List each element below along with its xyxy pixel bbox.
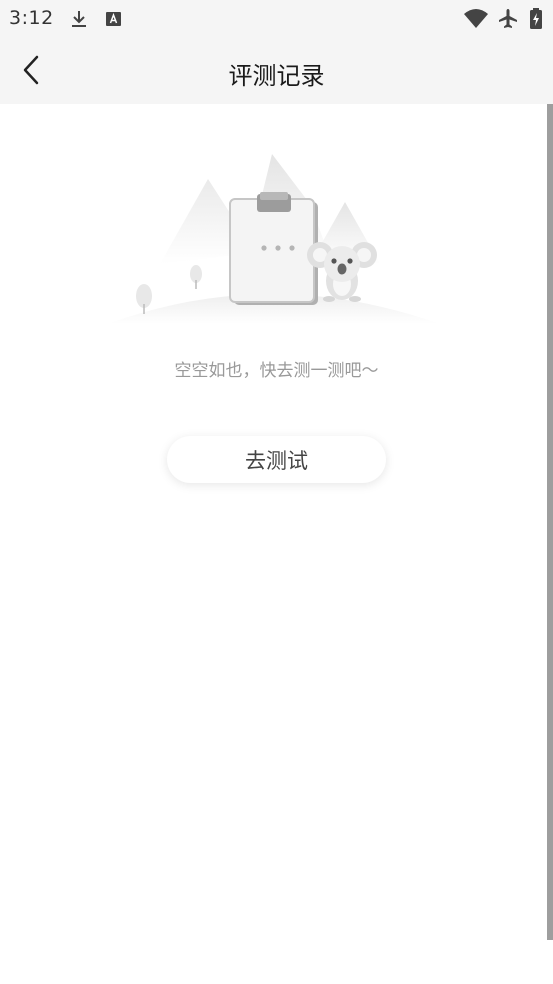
a-notification-icon bbox=[103, 8, 125, 30]
empty-state-message: 空空如也，快去测一测吧～ bbox=[174, 361, 379, 381]
scrollbar[interactable] bbox=[547, 104, 553, 940]
nav-bar: 评测记录 bbox=[0, 38, 553, 104]
page-title: 评测记录 bbox=[228, 62, 325, 90]
status-time: 3:12 bbox=[9, 7, 54, 29]
airplane-icon bbox=[497, 8, 519, 30]
battery-charging-icon bbox=[529, 8, 551, 30]
koala-clipboard-illustration bbox=[100, 144, 450, 344]
wifi-icon bbox=[463, 8, 488, 30]
download-icon bbox=[68, 8, 90, 30]
go-test-button[interactable]: 去测试 bbox=[167, 436, 386, 483]
main-content: 空空如也，快去测一测吧～ 去测试 bbox=[0, 104, 548, 940]
status-bar: 3:12 bbox=[0, 0, 553, 38]
